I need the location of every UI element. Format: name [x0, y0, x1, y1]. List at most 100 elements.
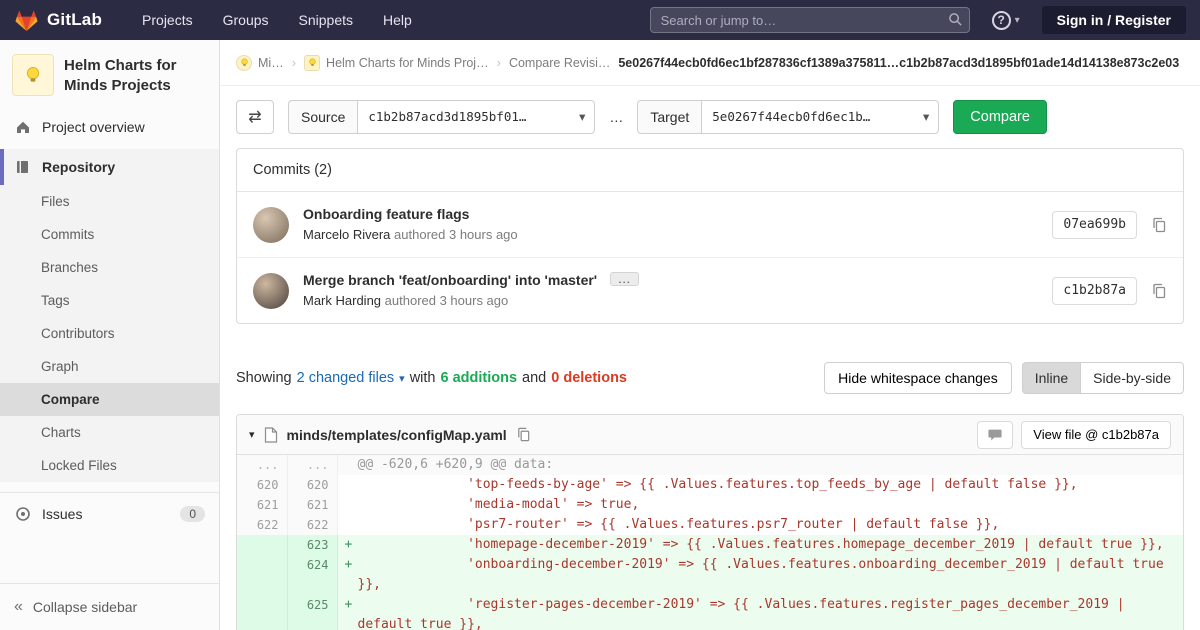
breadcrumb-project[interactable]: Helm Charts for Minds Proj… [304, 55, 489, 71]
brand-name: GitLab [47, 10, 102, 30]
swap-icon: ⇄ [248, 107, 261, 127]
search-icon [948, 12, 963, 32]
nav-snippets[interactable]: Snippets [299, 12, 353, 28]
side-by-side-view-button[interactable]: Side-by-side [1080, 362, 1184, 394]
breadcrumb-separator-icon: › [497, 55, 501, 70]
breadcrumb: Mi… › Helm Charts for Minds Proj… › Comp… [220, 40, 1200, 86]
commit-meta-text: authored 3 hours ago [394, 227, 518, 242]
commit-author-link[interactable]: Marcelo Rivera [303, 227, 390, 242]
diff-hunk-row: ... ... @@ -620,6 +620,9 @@ data: [237, 455, 1183, 475]
diff-line-row-added: 623 + 'homepage-december-2019' => {{ .Va… [237, 535, 1183, 555]
new-line-number[interactable]: 623 [287, 535, 337, 555]
old-line-number[interactable] [237, 535, 287, 555]
nav-groups[interactable]: Groups [223, 12, 269, 28]
toggle-comments-button[interactable] [977, 421, 1013, 449]
target-revision-value: 5e0267f44ecb0fd6ec1b… [712, 109, 870, 124]
new-line-number[interactable]: 625 [287, 595, 337, 630]
commit-author-link[interactable]: Mark Harding [303, 293, 381, 308]
copy-sha-icon[interactable] [1151, 283, 1167, 299]
diff-sign: + [345, 555, 357, 575]
target-revision-dropdown[interactable]: 5e0267f44ecb0fd6ec1b… ▾ [701, 100, 939, 134]
project-avatar [12, 54, 54, 96]
new-line-number[interactable]: 624 [287, 555, 337, 595]
diff-sign: + [345, 535, 357, 555]
inline-view-button[interactable]: Inline [1022, 362, 1081, 394]
breadcrumb-label: Helm Charts for Minds Proj… [326, 56, 489, 70]
sidebar-item-tags[interactable]: Tags [0, 284, 219, 317]
source-label: Source [288, 100, 357, 134]
breadcrumb-current-sha-range: 5e0267f44ecb0fd6ec1bf287836cf1389a375811… [618, 56, 1179, 70]
sidebar-item-repository[interactable]: Repository [0, 149, 219, 185]
sidebar-item-label: Issues [42, 506, 82, 522]
copy-sha-icon[interactable] [1151, 217, 1167, 233]
collapse-sidebar-button[interactable]: « Collapse sidebar [0, 583, 219, 630]
sidebar-item-files[interactable]: Files [0, 185, 219, 218]
top-nav: Projects Groups Snippets Help [142, 12, 412, 28]
showing-label: Showing [236, 370, 292, 386]
issues-icon [14, 506, 32, 522]
chevron-down-icon[interactable]: ▾ [399, 372, 405, 385]
new-line-number[interactable]: 621 [287, 495, 337, 515]
target-label: Target [637, 100, 701, 134]
commit-description-expander[interactable]: … [610, 272, 639, 286]
collapse-diff-icon[interactable]: ▾ [249, 428, 255, 441]
commit-row: Merge branch 'feat/onboarding' into 'mas… [237, 257, 1183, 323]
diff-file-path-link[interactable]: minds/templates/configMap.yaml [287, 427, 507, 443]
commit-title-link[interactable]: Merge branch 'feat/onboarding' into 'mas… [303, 272, 597, 288]
sidebar-item-issues[interactable]: Issues 0 [0, 492, 219, 535]
diff-file-header: ▾ minds/templates/configMap.yaml View fi… [237, 415, 1183, 455]
with-label: with [410, 370, 436, 386]
sign-in-button[interactable]: Sign in / Register [1042, 6, 1186, 34]
hide-whitespace-button[interactable]: Hide whitespace changes [824, 362, 1012, 394]
commits-panel: Commits (2) Onboarding feature flags Mar… [236, 148, 1184, 324]
breadcrumb-compare-revisions[interactable]: Compare Revisi… [509, 56, 610, 70]
collapse-label: Collapse sidebar [33, 599, 137, 615]
sidebar-item-graph[interactable]: Graph [0, 350, 219, 383]
sidebar-item-commits[interactable]: Commits [0, 218, 219, 251]
sidebar-item-project-overview[interactable]: Project overview [0, 109, 219, 145]
code-line: 'homepage-december-2019' => {{ .Values.f… [358, 535, 1176, 555]
sidebar-item-contributors[interactable]: Contributors [0, 317, 219, 350]
help-icon: ? [992, 11, 1011, 30]
collapse-icon: « [14, 598, 23, 616]
commit-title-link[interactable]: Onboarding feature flags [303, 206, 469, 222]
code-line: 'psr7-router' => {{ .Values.features.psr… [358, 515, 1176, 535]
sidebar-section-repository: Repository Files Commits Branches Tags C… [0, 149, 219, 482]
nav-projects[interactable]: Projects [142, 12, 193, 28]
project-context-header[interactable]: Helm Charts for Minds Projects [0, 40, 219, 109]
old-line-number[interactable]: 621 [237, 495, 287, 515]
sidebar-item-charts[interactable]: Charts [0, 416, 219, 449]
range-ellipsis: … [609, 109, 623, 125]
new-line-number[interactable]: 620 [287, 475, 337, 495]
code-line: 'onboarding-december-2019' => {{ .Values… [358, 555, 1176, 595]
changed-files-dropdown[interactable]: 2 changed files [297, 370, 395, 386]
sidebar-item-compare[interactable]: Compare [0, 383, 219, 416]
swap-revisions-button[interactable]: ⇄ [236, 100, 274, 134]
breadcrumb-group[interactable]: Mi… [236, 55, 284, 71]
help-menu[interactable]: ? ▾ [992, 11, 1020, 30]
old-line-number[interactable] [237, 555, 287, 595]
old-line-number[interactable] [237, 595, 287, 630]
nav-help[interactable]: Help [383, 12, 412, 28]
avatar [253, 273, 289, 309]
new-line-number[interactable]: 622 [287, 515, 337, 535]
breadcrumb-separator-icon: › [292, 55, 296, 70]
global-search [650, 7, 970, 33]
old-line-number[interactable]: 620 [237, 475, 287, 495]
search-input[interactable] [650, 7, 970, 33]
sidebar-item-locked-files[interactable]: Locked Files [0, 449, 219, 482]
sidebar-item-branches[interactable]: Branches [0, 251, 219, 284]
gitlab-logo[interactable]: GitLab [14, 8, 102, 33]
commit-sha-button[interactable]: c1b2b87a [1052, 277, 1137, 305]
project-avatar-small [304, 55, 320, 71]
source-revision-dropdown[interactable]: c1b2b87acd3d1895bf01… ▾ [357, 100, 595, 134]
view-file-button[interactable]: View file @ c1b2b87a [1021, 421, 1171, 449]
compare-button[interactable]: Compare [953, 100, 1047, 134]
commit-sha-button[interactable]: 07ea699b [1052, 211, 1137, 239]
old-line-number[interactable]: 622 [237, 515, 287, 535]
target-group: Target 5e0267f44ecb0fd6ec1b… ▾ [637, 100, 939, 134]
compare-form: ⇄ Source c1b2b87acd3d1895bf01… ▾ … Targe… [236, 100, 1184, 134]
additions-count: 6 additions [441, 370, 518, 386]
copy-file-path-icon[interactable] [516, 427, 531, 442]
view-mode-toggle: Inline Side-by-side [1022, 362, 1184, 394]
